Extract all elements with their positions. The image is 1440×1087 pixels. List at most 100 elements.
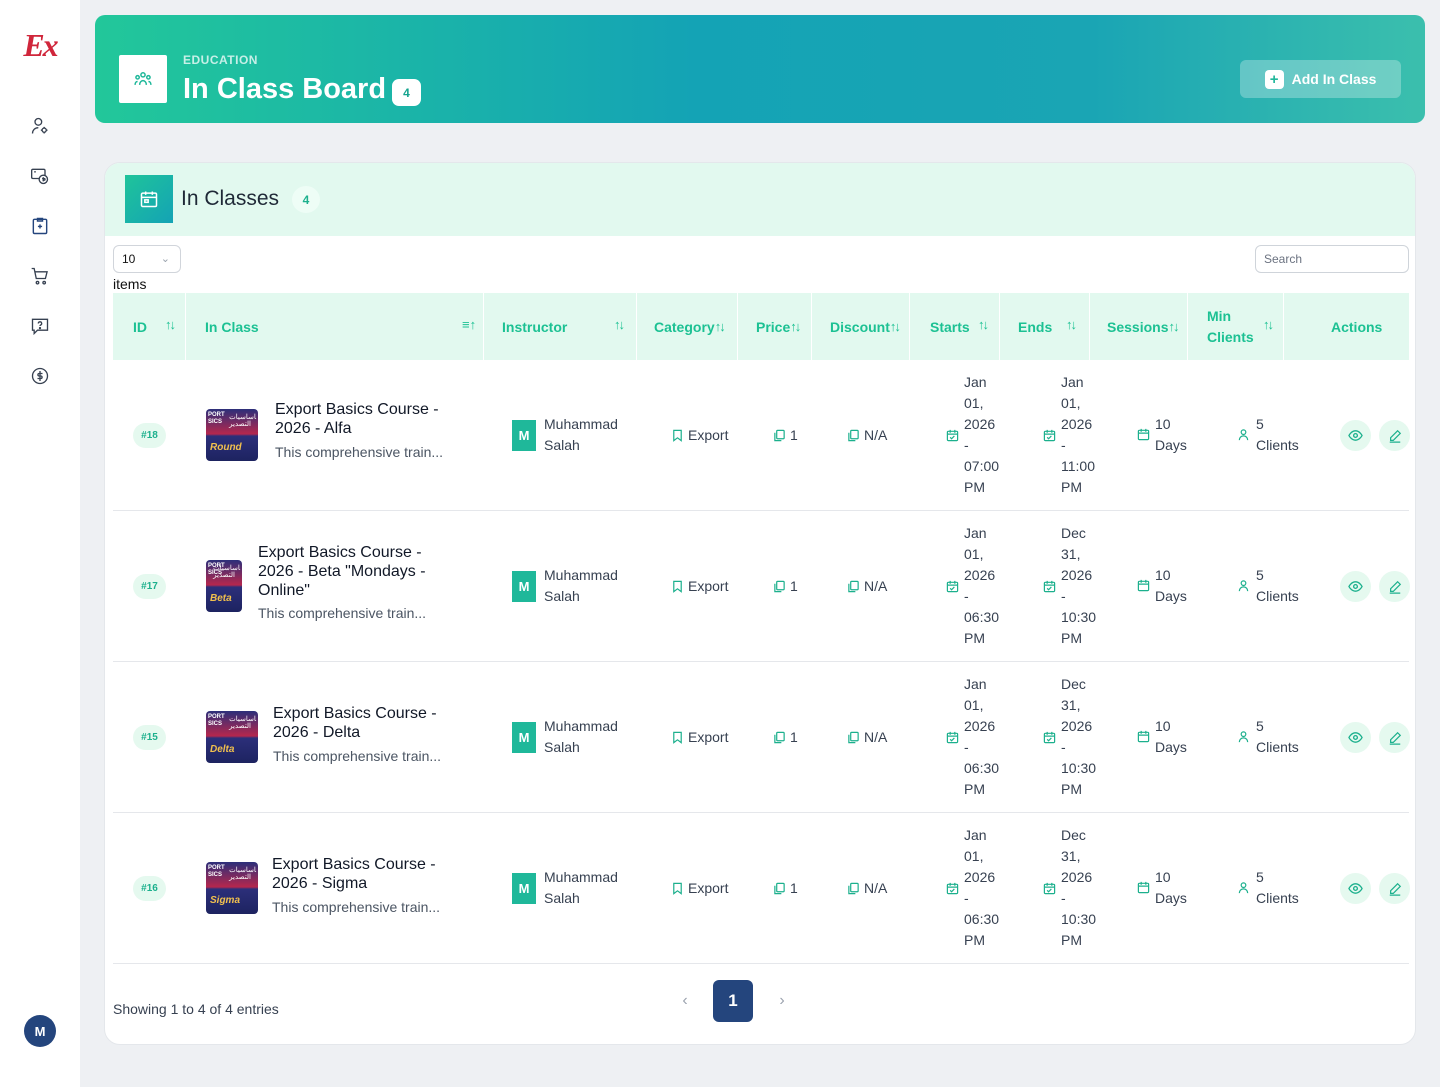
eye-icon <box>1348 883 1363 894</box>
thumbnail-text: ﺎﺳﺎﺳﻴﺎﺕ ﺍﻟﺘﺼﺪﻳﺮ <box>213 565 240 579</box>
clipboard-icon[interactable] <box>28 214 52 238</box>
view-button[interactable] <box>1340 873 1371 904</box>
sort-icon[interactable]: ↑↓ <box>1263 317 1274 332</box>
edit-button[interactable] <box>1379 571 1410 602</box>
th-ends-label: Ends <box>1018 318 1053 335</box>
chevron-right-icon[interactable]: › <box>772 989 792 1013</box>
thumbnail-text: PORT SICS <box>208 412 225 425</box>
th-min-clients-label-2: Clients <box>1207 328 1254 345</box>
table-summary: Showing 1 to 4 of 4 entries <box>113 1001 279 1017</box>
sort-icon[interactable]: ↑↓ <box>978 317 989 332</box>
class-title[interactable]: Export Basics Course - 2026 - Alfa <box>275 400 439 438</box>
instructor-first-name: Muhammad <box>544 416 618 432</box>
table-row: #18 PORT SICS ﺎﺳﺎﺳﻴﺎﺕ ﺍﻟﺘﺼﺪﻳﺮ Round Export… <box>113 360 1410 511</box>
ends-value: Jan 01, 2026 - 11:00 PM <box>1061 374 1095 495</box>
user-gear-icon[interactable] <box>28 114 52 138</box>
plus-icon: + <box>1264 69 1284 89</box>
calendar-icon <box>946 731 959 744</box>
copy-icon <box>848 882 859 895</box>
instructor-name[interactable]: Muhammad Salah <box>544 867 618 909</box>
calendar-icon <box>1043 731 1056 744</box>
th-ends[interactable]: Ends <box>1018 293 1052 360</box>
page-button-current[interactable]: 1 <box>713 980 753 1022</box>
sort-icon[interactable]: ↑↓ <box>165 317 176 332</box>
class-thumbnail[interactable]: PORT SICS ﺎﺳﺎﺳﻴﺎﺕ ﺍﻟﺘﺼﺪﻳﺮ Sigma <box>206 862 258 914</box>
thumbnail-text: ﺎﺳﺎﺳﻴﺎﺕ ﺍﻟﺘﺼﺪﻳﺮ <box>229 414 256 428</box>
class-thumbnail[interactable]: PORT SICS ﺎﺳﺎﺳﻴﺎﺕ ﺍﻟﺘﺼﺪﻳﺮ Beta <box>206 560 242 612</box>
th-starts[interactable]: Starts <box>930 293 970 360</box>
min-clients-value: 5 Clients <box>1256 567 1299 604</box>
instructor-last-name: Salah <box>544 739 580 755</box>
thumbnail-text: PORT SICS <box>208 714 225 727</box>
chevron-down-icon: ⌄ <box>160 253 170 265</box>
page-length-label: items <box>113 276 147 292</box>
price-value: 1 <box>790 578 798 594</box>
card-count-badge: 4 <box>292 186 320 213</box>
edit-button[interactable] <box>1379 722 1410 753</box>
calendar-icon <box>1137 730 1150 743</box>
min-clients-value: 5 Clients <box>1256 416 1299 453</box>
class-title[interactable]: Export Basics Course - 2026 - Delta <box>273 704 437 742</box>
pencil-icon <box>1389 580 1401 594</box>
cart-icon[interactable] <box>28 264 52 288</box>
eye-icon <box>1348 430 1363 441</box>
th-price-label: Price <box>756 318 791 335</box>
view-button[interactable] <box>1340 420 1371 451</box>
starts-value: Jan 01, 2026 - 06:30 PM <box>964 676 1000 797</box>
th-in-class[interactable]: In Class <box>205 293 259 360</box>
sort-icon: ↑↓ <box>714 319 726 334</box>
class-title-line: Export Basics Course - <box>273 705 437 722</box>
edit-button[interactable] <box>1379 873 1410 904</box>
th-category[interactable]: Category ↑↓ <box>654 293 726 360</box>
page-length-select[interactable]: 10 ⌄ <box>113 245 181 273</box>
thumbnail-text: ﺎﺳﺎﺳﻴﺎﺕ ﺍﻟﺘﺼﺪﻳﺮ <box>229 867 256 881</box>
category-value: Export <box>688 427 729 443</box>
thumbnail-label: Sigma <box>210 895 241 906</box>
copy-icon <box>848 731 859 744</box>
sort-icon[interactable]: ↑↓ <box>1066 317 1077 332</box>
discount-value: N/A <box>864 427 888 443</box>
instructor-name[interactable]: Muhammad Salah <box>544 565 618 607</box>
search-input[interactable] <box>1255 245 1409 273</box>
calendar-icon <box>946 580 959 593</box>
class-thumbnail[interactable]: PORT SICS ﺎﺳﺎﺳﻴﺎﺕ ﺍﻟﺘﺼﺪﻳﺮ Round <box>206 409 258 461</box>
sort-desc-icon[interactable]: ≡↑ <box>462 317 476 332</box>
user-avatar[interactable]: M <box>24 1015 56 1047</box>
eye-icon <box>1348 732 1363 743</box>
add-in-class-button[interactable]: + Add In Class <box>1240 60 1401 98</box>
ends-value: Dec 31, 2026 - 10:30 PM <box>1061 676 1097 797</box>
view-button[interactable] <box>1340 571 1371 602</box>
class-thumbnail[interactable]: PORT SICS ﺎﺳﺎﺳﻴﺎﺕ ﺍﻟﺘﺼﺪﻳﺮ Delta <box>206 711 258 763</box>
instructor-first-name: Muhammad <box>544 869 618 885</box>
view-button[interactable] <box>1340 722 1371 753</box>
dollar-icon[interactable] <box>28 364 52 388</box>
sidebar: Ex M <box>0 0 80 1087</box>
th-id-label: ID <box>133 318 147 335</box>
question-icon[interactable] <box>28 314 52 338</box>
money-transfer-icon[interactable] <box>28 164 52 188</box>
calendar-icon <box>946 882 959 895</box>
class-title-line: Export Basics Course - <box>275 401 439 418</box>
th-price[interactable]: Price ↑↓ <box>756 293 801 360</box>
chevron-left-icon[interactable]: ‹ <box>675 989 695 1013</box>
sessions-value: 10 Days <box>1155 718 1187 755</box>
instructor-name[interactable]: Muhammad Salah <box>544 716 618 758</box>
sort-icon[interactable]: ↑↓ <box>614 317 625 332</box>
th-min-clients-label-1: Min <box>1207 307 1232 324</box>
edit-button[interactable] <box>1379 420 1410 451</box>
app-logo[interactable]: Ex <box>16 27 64 63</box>
class-title[interactable]: Export Basics Course - 2026 - Beta "Mond… <box>258 543 426 600</box>
add-button-label: Add In Class <box>1291 71 1377 87</box>
category-value: Export <box>688 729 729 745</box>
th-instructor[interactable]: Instructor <box>502 293 567 360</box>
class-title[interactable]: Export Basics Course - 2026 - Sigma <box>272 855 436 893</box>
instructor-name[interactable]: Muhammad Salah <box>544 414 618 456</box>
th-min-clients[interactable]: Min Clients <box>1207 293 1254 360</box>
pencil-icon <box>1389 429 1401 443</box>
th-sessions[interactable]: Sessions ↑↓ <box>1107 293 1179 360</box>
user-icon <box>1238 429 1249 441</box>
th-id[interactable]: ID <box>133 293 147 360</box>
discount-value: N/A <box>864 880 888 896</box>
class-title-line: 2026 - Delta <box>273 724 361 741</box>
th-discount[interactable]: Discount ↑↓ <box>830 293 901 360</box>
